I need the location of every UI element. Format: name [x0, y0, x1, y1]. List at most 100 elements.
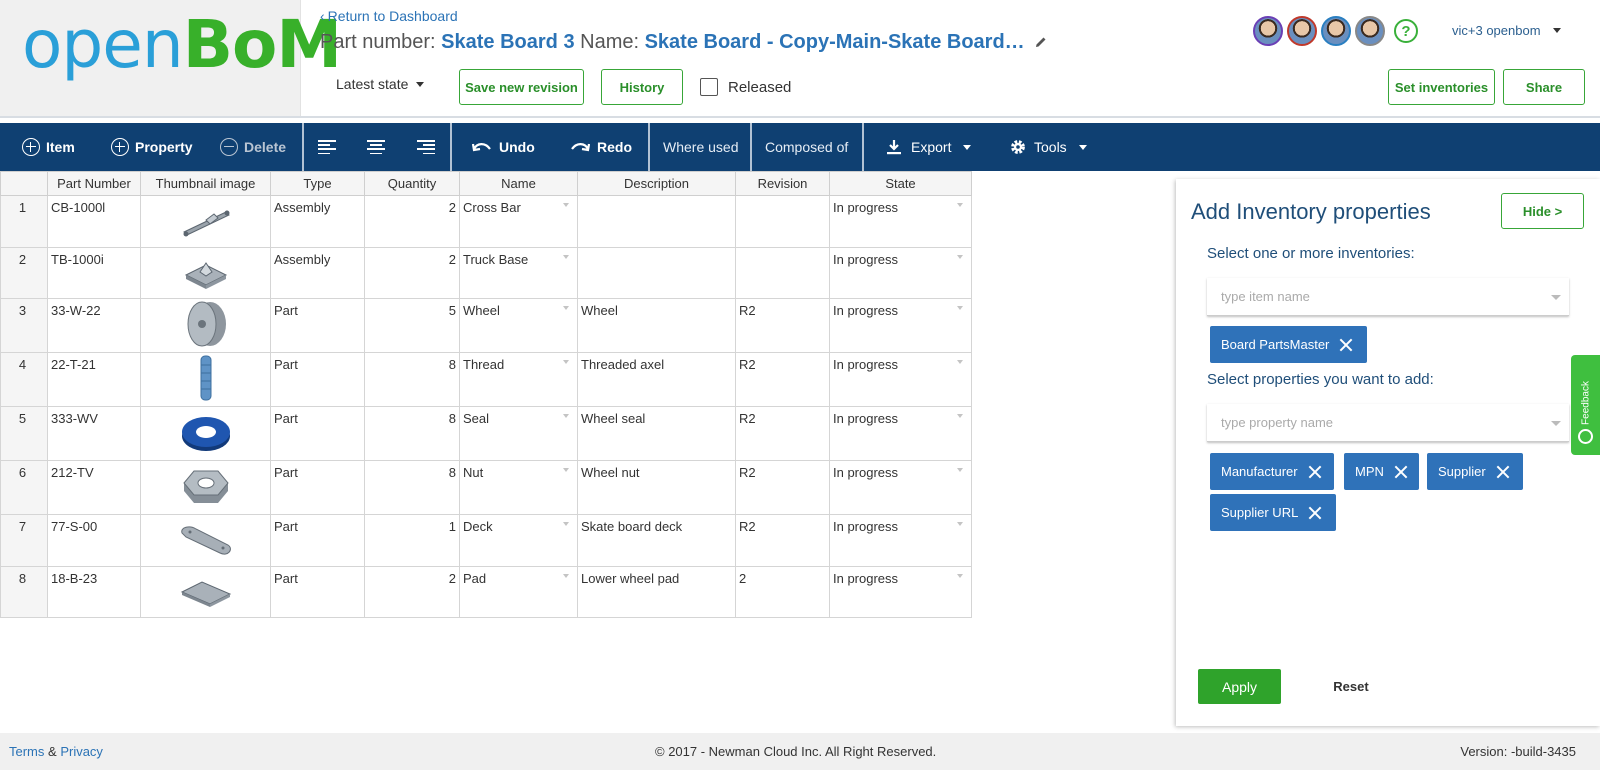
add-property-button[interactable]: Property	[111, 123, 193, 171]
export-button[interactable]: Export	[886, 123, 972, 171]
part-number-cell[interactable]: 77-S-00	[47, 514, 141, 567]
state-cell[interactable]: In progress	[829, 406, 972, 461]
row-number[interactable]: 5	[0, 406, 48, 461]
table-row[interactable]: 3 33-W-22 Part 5 Wheel Wheel R2 In progress	[0, 298, 972, 353]
part-number-cell[interactable]: 212-TV	[47, 460, 141, 515]
reset-button[interactable]: Reset	[1321, 669, 1381, 704]
part-number-cell[interactable]: 33-W-22	[47, 298, 141, 353]
type-cell[interactable]: Part	[270, 514, 365, 567]
state-cell[interactable]: In progress	[829, 298, 972, 353]
table-row[interactable]: 5 333-WV Part 8 Seal Wheel seal R2 In progress	[0, 406, 972, 461]
description-cell[interactable]: Lower wheel pad	[577, 565, 736, 618]
dropdown-arrow-icon[interactable]	[563, 468, 569, 472]
thumbnail-cell[interactable]	[140, 460, 271, 515]
dropdown-arrow-icon[interactable]	[957, 203, 963, 207]
revision-cell[interactable]: R2	[735, 298, 830, 353]
description-cell[interactable]	[577, 195, 736, 248]
name-cell[interactable]: Seal	[459, 406, 578, 461]
part-number-cell[interactable]: 22-T-21	[47, 352, 141, 407]
align-center-button[interactable]	[367, 123, 385, 171]
dropdown-arrow-icon[interactable]	[563, 360, 569, 364]
type-cell[interactable]: Part	[270, 565, 365, 618]
thumbnail-cell[interactable]	[140, 195, 271, 248]
quantity-cell[interactable]: 8	[364, 352, 460, 407]
column-header[interactable]: Type	[270, 171, 365, 196]
feedback-tab[interactable]: Feedback	[1571, 355, 1600, 455]
composed-of-button[interactable]: Composed of	[765, 123, 848, 171]
user-menu[interactable]: vic+3 openbom	[1452, 23, 1561, 38]
state-cell[interactable]: In progress	[829, 246, 972, 299]
part-number-cell[interactable]: 333-WV	[47, 406, 141, 461]
quantity-cell[interactable]: 5	[364, 298, 460, 353]
privacy-link[interactable]: Privacy	[60, 744, 103, 759]
description-cell[interactable]: Threaded axel	[577, 352, 736, 407]
close-icon[interactable]	[1496, 465, 1510, 479]
table-row[interactable]: 7 77-S-00 Part 1 Deck Skate board deck R2 In pr…	[0, 514, 972, 567]
close-icon[interactable]	[1308, 506, 1322, 520]
save-new-revision-button[interactable]: Save new revision	[459, 69, 584, 105]
align-left-button[interactable]	[318, 123, 336, 171]
table-row[interactable]: 1 CB-1000l Assembly 2 Cross Bar In progress	[0, 195, 972, 248]
avatar[interactable]	[1287, 16, 1317, 46]
name-cell[interactable]: Wheel	[459, 298, 578, 353]
row-number[interactable]: 8	[0, 565, 48, 618]
dropdown-arrow-icon[interactable]	[957, 414, 963, 418]
table-row[interactable]: 6 212-TV Part 8 Nut Wheel nut R2 In progress	[0, 460, 972, 515]
row-number[interactable]: 6	[0, 460, 48, 515]
part-number-cell[interactable]: CB-1000l	[47, 195, 141, 248]
column-header[interactable]: Quantity	[364, 171, 460, 196]
help-icon[interactable]: ?	[1394, 19, 1418, 43]
part-number-cell[interactable]: 18-B-23	[47, 565, 141, 618]
table-row[interactable]: 8 18-B-23 Part 2 Pad Lower wheel pad 2 In progr…	[0, 565, 972, 618]
type-cell[interactable]: Assembly	[270, 246, 365, 299]
where-used-button[interactable]: Where used	[663, 123, 738, 171]
type-cell[interactable]: Part	[270, 406, 365, 461]
type-cell[interactable]: Part	[270, 298, 365, 353]
close-icon[interactable]	[1339, 338, 1353, 352]
description-cell[interactable]: Wheel seal	[577, 406, 736, 461]
dropdown-arrow-icon[interactable]	[957, 254, 963, 259]
column-header[interactable]: Revision	[735, 171, 830, 196]
name-cell[interactable]: Thread	[459, 352, 578, 407]
dropdown-arrow-icon[interactable]	[957, 468, 963, 472]
dropdown-arrow-icon[interactable]	[563, 573, 569, 578]
part-number-cell[interactable]: TB-1000i	[47, 246, 141, 299]
undo-button[interactable]: Undo	[472, 123, 535, 171]
close-icon[interactable]	[1394, 465, 1407, 479]
quantity-cell[interactable]: 2	[364, 565, 460, 618]
description-cell[interactable]: Wheel	[577, 298, 736, 353]
table-row[interactable]: 2 TB-1000i Assembly 2 Truck Base In progress	[0, 246, 972, 299]
name-cell[interactable]: Pad	[459, 565, 578, 618]
dropdown-arrow-icon[interactable]	[957, 306, 963, 310]
quantity-cell[interactable]: 2	[364, 195, 460, 248]
column-header[interactable]: Description	[577, 171, 736, 196]
openbom-logo[interactable]: openBoM	[22, 12, 342, 78]
terms-link[interactable]: Terms	[9, 744, 44, 759]
quantity-cell[interactable]: 8	[364, 406, 460, 461]
add-item-button[interactable]: Item	[22, 123, 75, 171]
revision-cell[interactable]: R2	[735, 460, 830, 515]
quantity-cell[interactable]: 2	[364, 246, 460, 299]
name-cell[interactable]: Deck	[459, 514, 578, 567]
name-cell[interactable]: Truck Base	[459, 246, 578, 299]
state-dropdown[interactable]: Latest state	[336, 76, 425, 92]
dropdown-arrow-icon[interactable]	[957, 522, 963, 526]
pencil-icon[interactable]	[1034, 35, 1048, 49]
revision-cell[interactable]: R2	[735, 406, 830, 461]
thumbnail-cell[interactable]	[140, 406, 271, 461]
apply-button[interactable]: Apply	[1198, 669, 1281, 704]
revision-cell[interactable]: R2	[735, 352, 830, 407]
description-cell[interactable]: Skate board deck	[577, 514, 736, 567]
description-cell[interactable]	[577, 246, 736, 299]
dropdown-arrow-icon[interactable]	[563, 522, 569, 526]
history-button[interactable]: History	[601, 69, 683, 105]
row-number[interactable]: 3	[0, 298, 48, 353]
dropdown-arrow-icon[interactable]	[563, 306, 569, 310]
thumbnail-cell[interactable]	[140, 352, 271, 407]
row-number[interactable]: 1	[0, 195, 48, 248]
state-cell[interactable]: In progress	[829, 514, 972, 567]
close-icon[interactable]	[1308, 465, 1322, 479]
state-cell[interactable]: In progress	[829, 352, 972, 407]
quantity-cell[interactable]: 1	[364, 514, 460, 567]
thumbnail-cell[interactable]	[140, 246, 271, 299]
